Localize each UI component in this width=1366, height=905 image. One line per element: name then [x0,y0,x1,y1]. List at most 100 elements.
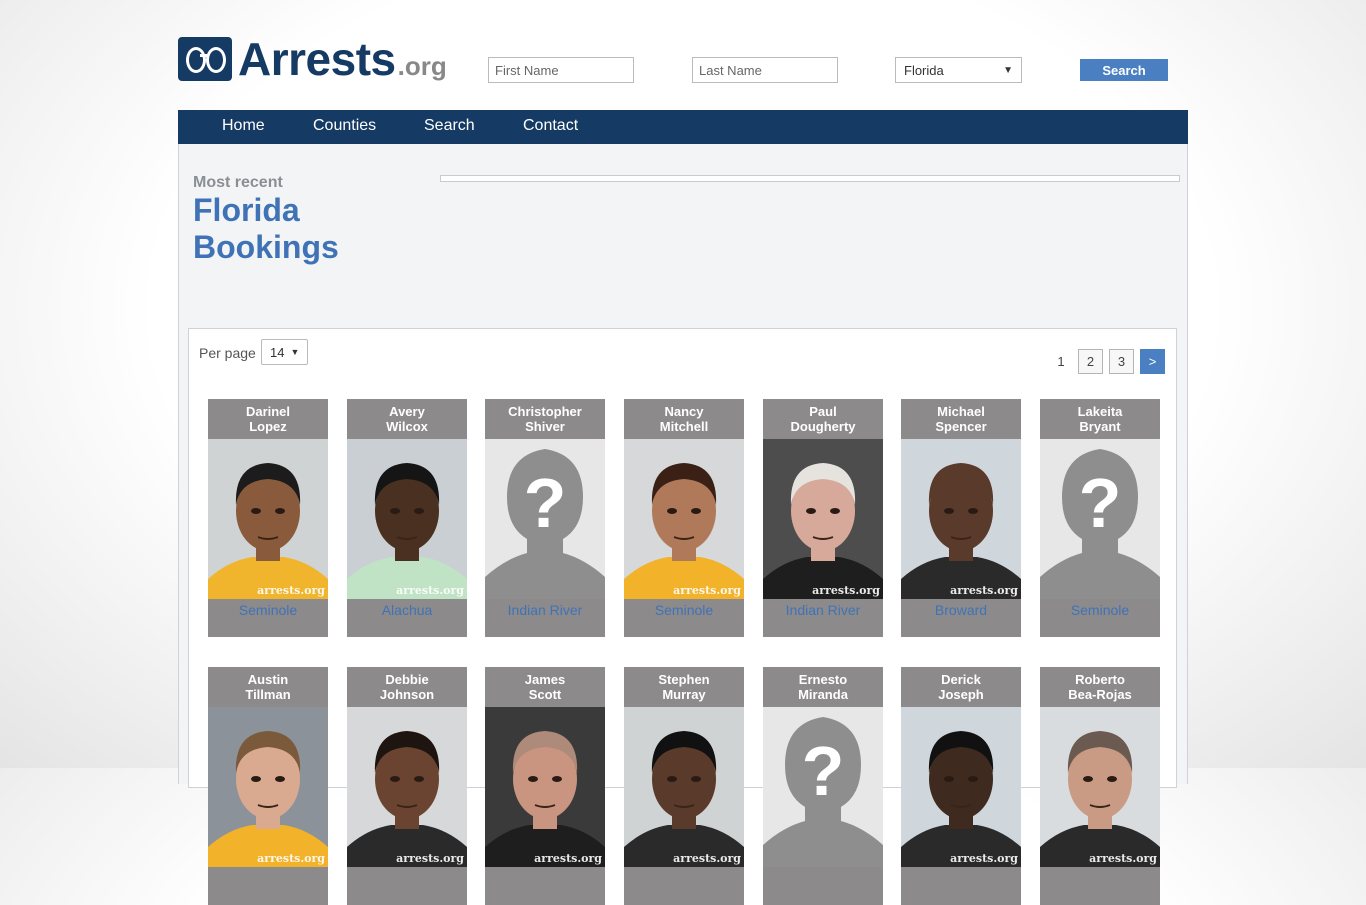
logo-suffix: .org [397,51,447,81]
booking-county-link[interactable] [763,867,883,905]
booking-county-link[interactable]: Alachua [347,599,467,637]
booking-last-name: Dougherty [790,419,856,434]
nav-home[interactable]: Home [222,110,265,144]
booking-county-link[interactable] [485,867,605,905]
booking-county-link[interactable]: Seminole [1040,599,1160,637]
right-eye [968,508,978,514]
mugshot-photo[interactable]: arrests.org [624,439,744,599]
booking-county-link[interactable]: Indian River [763,599,883,637]
watermark: arrests.org [812,584,880,597]
booking-name[interactable]: Darinel Lopez [208,399,328,439]
booking-card[interactable]: Derick Joseph arrests.org [901,667,1021,905]
mugshot-photo[interactable]: arrests.org [901,707,1021,867]
booking-card[interactable]: Debbie Johnson arrests.org [347,667,467,905]
right-eye [552,776,562,782]
placeholder-photo[interactable]: ? [1040,439,1160,599]
booking-card[interactable]: Ernesto Miranda? [763,667,883,905]
booking-county-link[interactable] [1040,867,1160,905]
left-eye [251,776,261,782]
right-eye [691,776,701,782]
mugshot-photo[interactable]: arrests.org [208,707,328,867]
booking-card[interactable]: Paul Dougherty arrests.org Indian River [763,399,883,637]
booking-county-link[interactable]: Broward [901,599,1021,637]
booking-county-link[interactable]: Indian River [485,599,605,637]
placeholder-photo[interactable]: ? [763,707,883,867]
booking-name[interactable]: Stephen Murray [624,667,744,707]
booking-card[interactable]: Austin Tillman arrests.org [208,667,328,905]
mugshot-photo[interactable]: arrests.org [485,707,605,867]
pagination-page-3[interactable]: 3 [1109,349,1134,374]
mugshot-photo[interactable]: arrests.org [347,707,467,867]
booking-first-name: Stephen [658,672,710,687]
booking-card[interactable]: Avery Wilcox arrests.org Alachua [347,399,467,637]
booking-county-link[interactable]: Seminole [208,599,328,637]
mugshot-image [347,439,467,599]
nav-search[interactable]: Search [424,110,475,144]
question-mark: ? [1079,464,1122,542]
pagination-page-2[interactable]: 2 [1078,349,1103,374]
last-name-input[interactable] [692,57,838,83]
left-eye [1083,776,1093,782]
mugshot-photo[interactable]: arrests.org [901,439,1021,599]
search-button[interactable]: Search [1080,59,1168,81]
booking-county-link[interactable] [208,867,328,905]
booking-card[interactable]: James Scott arrests.org [485,667,605,905]
mugshot-image [624,439,744,599]
mugshot-photo[interactable]: arrests.org [624,707,744,867]
booking-first-name: Derick [941,672,981,687]
left-eye [667,776,677,782]
booking-name[interactable]: Lakeita Bryant [1040,399,1160,439]
booking-name[interactable]: Roberto Bea-Rojas [1040,667,1160,707]
booking-county-link[interactable]: Seminole [624,599,744,637]
booking-first-name: Darinel [245,404,291,419]
booking-name[interactable]: Avery Wilcox [347,399,467,439]
booking-name[interactable]: Paul Dougherty [763,399,883,439]
ad-slot [440,175,1180,182]
nav-contact[interactable]: Contact [523,110,578,144]
booking-name[interactable]: Ernesto Miranda [763,667,883,707]
pagination-next-button[interactable]: > [1140,349,1165,374]
left-eye [390,776,400,782]
booking-name[interactable]: Austin Tillman [208,667,328,707]
mugshot-image [208,707,328,867]
booking-card[interactable]: Christopher Shiver? Indian River [485,399,605,637]
watermark: arrests.org [1089,852,1157,865]
booking-name[interactable]: James Scott [485,667,605,707]
left-eye [667,508,677,514]
nav-counties[interactable]: Counties [313,110,376,144]
mugshot-image [1040,707,1160,867]
booking-card[interactable]: Lakeita Bryant? Seminole [1040,399,1160,637]
booking-last-name: Spencer [935,419,987,434]
booking-card[interactable]: Darinel Lopez arrests.org Seminole [208,399,328,637]
booking-last-name: Lopez [249,419,287,434]
booking-name[interactable]: Christopher Shiver [485,399,605,439]
booking-last-name: Shiver [525,419,565,434]
placeholder-photo[interactable]: ? [485,439,605,599]
mugshot-photo[interactable]: arrests.org [763,439,883,599]
booking-first-name: Roberto [1075,672,1125,687]
booking-name[interactable]: Derick Joseph [901,667,1021,707]
first-name-input[interactable] [488,57,634,83]
booking-card[interactable]: Nancy Mitchell arrests.org Seminole [624,399,744,637]
per-page-select[interactable]: 14 ▼ [261,339,308,365]
booking-first-name: Ernesto [798,672,848,687]
booking-county-link[interactable] [901,867,1021,905]
booking-card[interactable]: Roberto Bea-Rojas arrests.org [1040,667,1160,905]
watermark: arrests.org [534,852,602,865]
booking-first-name: Paul [809,404,837,419]
page-kicker: Most recent [193,174,283,191]
booking-card[interactable]: Michael Spencer arrests.org Broward [901,399,1021,637]
booking-card[interactable]: Stephen Murray arrests.org [624,667,744,905]
state-select[interactable]: Florida ▼ [895,57,1022,83]
booking-county-link[interactable] [347,867,467,905]
mugshot-photo[interactable]: arrests.org [1040,707,1160,867]
booking-name[interactable]: Debbie Johnson [347,667,467,707]
mugshot-photo[interactable]: arrests.org [208,439,328,599]
booking-name[interactable]: Nancy Mitchell [624,399,744,439]
booking-county-link[interactable] [624,867,744,905]
left-eye [390,508,400,514]
booking-name[interactable]: Michael Spencer [901,399,1021,439]
mugshot-photo[interactable]: arrests.org [347,439,467,599]
main-content: Most recent Florida Bookings Per page 14… [178,144,1188,905]
site-logo[interactable]: Arrests .org [178,33,447,82]
